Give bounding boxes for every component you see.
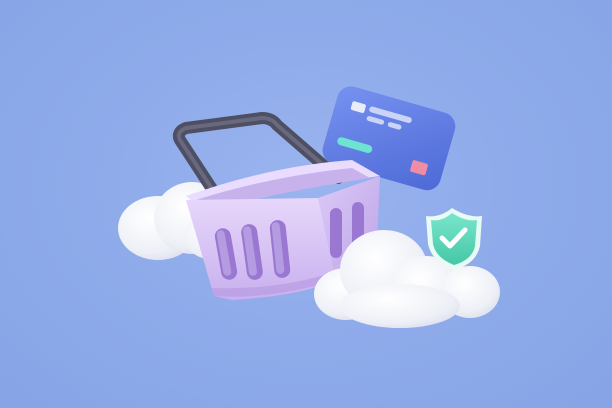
illustration-canvas <box>118 86 500 328</box>
illustration-scene <box>0 0 612 408</box>
